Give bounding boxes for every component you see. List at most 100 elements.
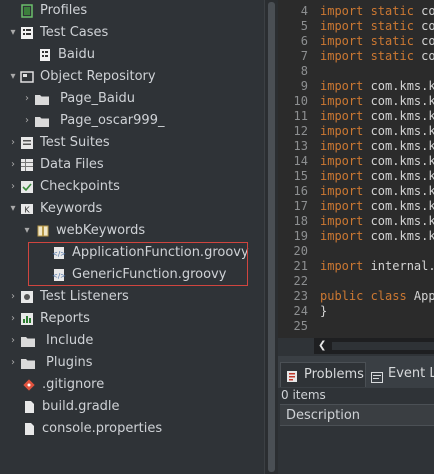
tree-item-label: console.properties: [42, 421, 163, 436]
tree-item-label: Test Listeners: [40, 289, 129, 304]
code-line[interactable]: import static com: [320, 19, 434, 34]
tree-item-reports[interactable]: › Reports: [0, 308, 264, 330]
folder-icon: [34, 114, 49, 128]
code-editor[interactable]: 4 import static com 5 import static com 6 imp…: [278, 0, 434, 338]
tree-item-page-oscar999[interactable]: › Page_oscar999_: [0, 110, 264, 132]
tree-item-label: webKeywords: [56, 223, 146, 238]
keywords-icon: K: [20, 202, 34, 216]
code-line[interactable]: import com.kms.ka: [320, 124, 434, 139]
code-keyword: import: [320, 154, 371, 168]
code-line[interactable]: import com.kms.ka: [320, 169, 434, 184]
tree-vertical-scrollbar[interactable]: [264, 0, 278, 474]
code-line[interactable]: import com.kms.ka: [320, 184, 434, 199]
chevron-down-icon[interactable]: ▾: [8, 198, 18, 220]
code-line[interactable]: }: [320, 304, 327, 319]
code-text: com.kms.ka: [370, 229, 434, 243]
object-repository-icon: [20, 70, 34, 84]
line-number: 21: [293, 259, 308, 273]
code-text: com.kms.ka: [370, 199, 434, 213]
code-keyword: import: [320, 214, 371, 228]
tree-item-test-cases[interactable]: ▾ Test Cases: [0, 22, 264, 44]
tree-item-label: Include: [46, 333, 94, 348]
tree-item-include[interactable]: › Include: [0, 330, 264, 352]
code-line[interactable]: public class Appl: [320, 289, 434, 304]
scroll-left-arrow-icon[interactable]: ❮: [318, 338, 328, 354]
chevron-right-icon[interactable]: ›: [8, 308, 18, 330]
code-keyword: import: [320, 184, 371, 198]
line-number: 19: [293, 229, 308, 243]
folder-icon: [34, 92, 49, 106]
code-line[interactable]: import static com: [320, 49, 434, 64]
tab-problems[interactable]: Problems: [280, 362, 366, 387]
data-files-icon: [20, 158, 34, 172]
problems-panel: Problems Event Lo 0 items Description: [278, 356, 434, 474]
tree-item-label: Page_oscar999_: [60, 113, 165, 128]
code-line[interactable]: import com.kms.ka: [320, 139, 434, 154]
line-number: 17: [293, 199, 308, 213]
chevron-down-icon[interactable]: ▾: [22, 220, 32, 242]
tab-event-log[interactable]: Event Lo: [366, 362, 434, 386]
chevron-right-icon[interactable]: ›: [8, 286, 18, 308]
project-explorer-tree: Profiles ▾ Test Cases Baidu ▾ Object Reposito…: [0, 0, 264, 474]
description-column-header[interactable]: Description: [280, 404, 434, 426]
code-line[interactable]: import com.kms.ka: [320, 154, 434, 169]
code-text: com.kms.ka: [370, 214, 434, 228]
code-line[interactable]: import com.kms.ka: [320, 229, 434, 244]
code-keyword: import: [320, 259, 371, 273]
chevron-right-icon[interactable]: ›: [22, 88, 32, 110]
chevron-right-icon[interactable]: ›: [8, 132, 18, 154]
tree-item-test-suites[interactable]: › Test Suites: [0, 132, 264, 154]
tree-item-test-listeners[interactable]: › Test Listeners: [0, 286, 264, 308]
code-text: com: [421, 4, 434, 18]
line-number: 25: [293, 319, 308, 333]
code-keyword: import: [320, 169, 371, 183]
tree-item-build-gradle[interactable]: build.gradle: [0, 396, 264, 418]
line-number: 16: [293, 184, 308, 198]
code-line[interactable]: import internal.G: [320, 259, 434, 274]
editor-scrollbar-thumb[interactable]: [332, 342, 434, 350]
line-number: 8: [300, 64, 308, 78]
tree-item-webkeywords[interactable]: ▾ webKeywords: [0, 220, 264, 242]
tab-problems-label: Problems: [304, 367, 364, 382]
chevron-right-icon[interactable]: ›: [8, 176, 18, 198]
editor-horizontal-scrollbar[interactable]: ❮: [314, 338, 434, 354]
line-number: 7: [300, 49, 308, 63]
chevron-down-icon[interactable]: ▾: [8, 22, 18, 44]
tree-item-console-properties[interactable]: console.properties: [0, 418, 264, 440]
code-line[interactable]: import static com: [320, 34, 434, 49]
tree-item-data-files[interactable]: › Data Files: [0, 154, 264, 176]
code-line[interactable]: import com.kms.ka: [320, 79, 434, 94]
line-number: 24: [293, 304, 308, 318]
code-text: com.kms.ka: [370, 124, 434, 138]
tree-item-label: Profiles: [40, 3, 88, 18]
chevron-right-icon[interactable]: ›: [22, 110, 32, 132]
items-count: 0 items: [281, 388, 326, 402]
code-keyword: import: [320, 229, 371, 243]
tree-item-object-repository[interactable]: ▾ Object Repository: [0, 66, 264, 88]
line-number: 22: [293, 274, 308, 288]
tree-item-page-baidu[interactable]: › Page_Baidu: [0, 88, 264, 110]
tree-item-plugins[interactable]: › Plugins: [0, 352, 264, 374]
line-number: 15: [293, 169, 308, 183]
code-line[interactable]: import com.kms.ka: [320, 199, 434, 214]
code-line[interactable]: import com.kms.ka: [320, 94, 434, 109]
code-keyword: public class: [320, 289, 414, 303]
tree-item-keywords[interactable]: ▾ K Keywords: [0, 198, 264, 220]
code-keyword: import: [320, 199, 371, 213]
tree-item-baidu[interactable]: Baidu: [0, 44, 264, 66]
profiles-icon: [20, 4, 34, 18]
tree-item-profiles[interactable]: Profiles: [0, 0, 264, 22]
code-line[interactable]: import static com: [320, 4, 434, 19]
tree-item-label: Object Repository: [40, 69, 156, 84]
chevron-right-icon[interactable]: ›: [8, 330, 18, 352]
chevron-right-icon[interactable]: ›: [8, 154, 18, 176]
code-line[interactable]: import com.kms.ka: [320, 109, 434, 124]
chevron-down-icon[interactable]: ▾: [8, 66, 18, 88]
tree-item-label: Test Suites: [40, 135, 110, 150]
tree-item-gitignore[interactable]: .gitignore: [0, 374, 264, 396]
tree-item-checkpoints[interactable]: › Checkpoints: [0, 176, 264, 198]
tree-scrollbar-thumb[interactable]: [268, 2, 275, 472]
chevron-right-icon[interactable]: ›: [8, 352, 18, 374]
code-line[interactable]: import com.kms.ka: [320, 214, 434, 229]
code-keyword: import static: [320, 49, 422, 63]
